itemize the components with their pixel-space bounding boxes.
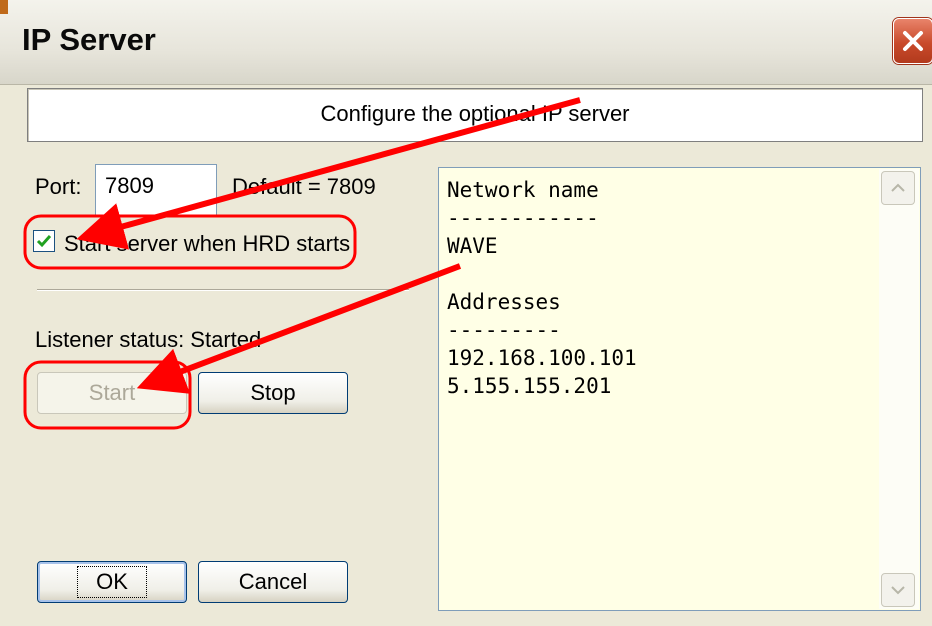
info-line: WAVE bbox=[447, 234, 498, 258]
autostart-label[interactable]: Start server when HRD starts bbox=[64, 231, 350, 257]
vertical-scrollbar[interactable] bbox=[879, 169, 919, 609]
port-input[interactable]: 7809 bbox=[95, 164, 217, 216]
autostart-checkbox[interactable] bbox=[33, 230, 55, 252]
network-info-text: Network name ------------ WAVE Addresses… bbox=[447, 176, 637, 400]
listener-status: Listener status: Started bbox=[35, 327, 262, 352]
close-button[interactable] bbox=[893, 18, 932, 64]
checkmark-icon bbox=[36, 235, 52, 248]
scroll-up-icon bbox=[891, 183, 905, 192]
port-label: Port: bbox=[35, 174, 82, 199]
window-title: IP Server bbox=[22, 22, 156, 57]
cancel-button[interactable]: Cancel bbox=[198, 561, 348, 603]
ok-button-label: OK bbox=[77, 566, 147, 598]
stop-button[interactable]: Stop bbox=[198, 372, 348, 414]
info-line: --------- bbox=[447, 318, 561, 342]
start-button[interactable]: Start bbox=[37, 372, 187, 414]
info-line: Addresses bbox=[447, 290, 561, 314]
scroll-up-button[interactable] bbox=[881, 171, 915, 205]
info-line: ------------ bbox=[447, 206, 599, 230]
scroll-down-button[interactable] bbox=[881, 573, 915, 607]
network-info-panel[interactable]: Network name ------------ WAVE Addresses… bbox=[438, 167, 921, 611]
divider bbox=[37, 289, 409, 291]
ok-button[interactable]: OK bbox=[37, 561, 187, 603]
window-corner-accent bbox=[0, 0, 8, 14]
title-bar: IP Server bbox=[0, 0, 932, 85]
info-line: 5.155.155.201 bbox=[447, 374, 612, 398]
arrow-to-start-button bbox=[136, 263, 462, 394]
close-icon bbox=[903, 31, 923, 51]
info-line: Network name bbox=[447, 178, 599, 202]
scroll-down-icon bbox=[891, 586, 905, 595]
description-text: Configure the optional IP server bbox=[320, 101, 630, 126]
description-box: Configure the optional IP server bbox=[27, 88, 923, 142]
port-default-text: Default = 7809 bbox=[232, 174, 376, 199]
info-line: 192.168.100.101 bbox=[447, 346, 637, 370]
